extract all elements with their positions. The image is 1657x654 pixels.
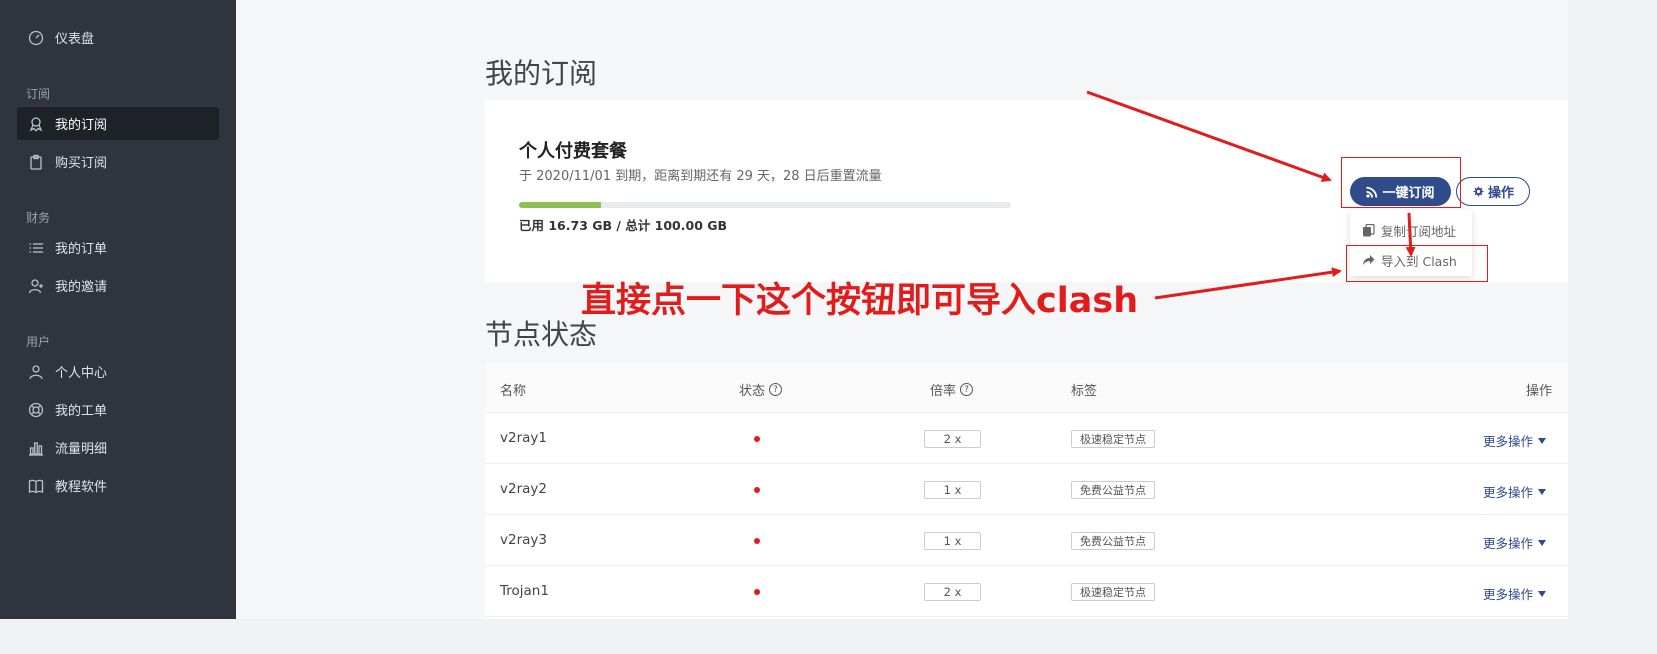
rate-badge: 2 x <box>924 583 981 601</box>
more-actions-label: 更多操作 <box>1483 485 1534 500</box>
sidebar-item-label: 流量明细 <box>55 442 108 457</box>
more-actions-label: 更多操作 <box>1483 434 1534 449</box>
sidebar-item-my-orders[interactable]: 我的订单 <box>17 231 219 264</box>
help-icon[interactable]: ? <box>769 383 783 396</box>
page-title: 我的订阅 <box>485 57 598 90</box>
header-status-label: 状态 <box>739 384 766 399</box>
traffic-progress-fill <box>519 202 602 208</box>
sidebar-section-user: 用户 <box>26 335 51 349</box>
sidebar-item-buy-subscription[interactable]: 购买订阅 <box>17 145 219 178</box>
book-icon <box>27 477 45 495</box>
header-tags: 标签 <box>1071 384 1098 399</box>
sidebar-item-label: 我的邀请 <box>55 280 108 295</box>
header-status: 状态 ? <box>739 380 783 399</box>
operate-button[interactable]: 操作 <box>1456 177 1530 206</box>
sidebar-section-subscription: 订阅 <box>26 87 51 101</box>
sidebar-item-user-center[interactable]: 个人中心 <box>17 355 219 388</box>
table-row <box>485 566 1568 617</box>
table-row <box>485 413 1568 464</box>
node-tag: 极速稳定节点 <box>1071 430 1155 448</box>
status-dot <box>754 436 760 442</box>
highlight-box-import <box>1346 245 1488 282</box>
caret-down-icon <box>1538 488 1547 495</box>
header-rate: 倍率 ? <box>930 380 974 399</box>
more-actions-dropdown[interactable]: 更多操作 <box>1483 482 1547 501</box>
sidebar-item-label: 我的工单 <box>55 404 108 419</box>
more-actions-dropdown[interactable]: 更多操作 <box>1483 584 1547 603</box>
user-plus-icon <box>27 277 45 295</box>
more-actions-dropdown[interactable]: 更多操作 <box>1483 431 1547 450</box>
operate-button-label: 操作 <box>1487 186 1514 201</box>
user-icon <box>27 363 45 381</box>
sidebar-item-label: 我的订阅 <box>55 118 108 133</box>
node-tag: 免费公益节点 <box>1071 532 1155 550</box>
ribbon-icon <box>27 115 45 133</box>
table-row <box>485 464 1568 515</box>
node-name: Trojan1 <box>500 583 549 599</box>
plan-expiry-info: 于 2020/11/01 到期，距离到期还有 29 天，28 日后重置流量 <box>519 169 882 184</box>
sidebar-item-label: 购买订阅 <box>55 156 108 171</box>
highlight-box-subscribe <box>1341 157 1461 208</box>
traffic-progress-bar <box>519 202 1011 208</box>
status-dot <box>754 538 760 544</box>
caret-down-icon <box>1538 590 1547 597</box>
more-actions-label: 更多操作 <box>1483 536 1534 551</box>
header-name: 名称 <box>500 384 527 399</box>
more-actions-label: 更多操作 <box>1483 587 1534 602</box>
sidebar-item-label: 个人中心 <box>55 366 108 381</box>
copy-icon <box>1363 224 1375 237</box>
table-row <box>485 515 1568 566</box>
sidebar-item-my-invites[interactable]: 我的邀请 <box>17 269 219 302</box>
sidebar-item-tutorial-software[interactable]: 教程软件 <box>17 469 219 502</box>
sidebar-item-label: 我的订单 <box>55 242 108 257</box>
header-rate-label: 倍率 <box>930 384 957 399</box>
sidebar-item-traffic-detail[interactable]: 流量明细 <box>17 431 219 464</box>
sidebar-item-label: 仪表盘 <box>55 32 95 47</box>
gear-icon <box>1473 186 1484 196</box>
bar-chart-icon <box>27 439 45 457</box>
caret-down-icon <box>1538 437 1547 444</box>
header-action: 操作 <box>1526 384 1553 399</box>
traffic-usage-text: 已用 16.73 GB / 总计 100.00 GB <box>519 218 728 233</box>
help-icon[interactable]: ? <box>960 383 974 396</box>
caret-down-icon <box>1538 539 1547 546</box>
node-name: v2ray1 <box>500 430 547 446</box>
node-name: v2ray2 <box>500 481 547 497</box>
more-actions-dropdown[interactable]: 更多操作 <box>1483 533 1547 552</box>
rate-badge: 2 x <box>924 430 981 448</box>
sidebar: 仪表盘 订阅 我的订阅 购买订阅 财务 我的订单 我的邀请 用户 个人中心 我的… <box>0 0 236 619</box>
node-tag: 免费公益节点 <box>1071 481 1155 499</box>
node-tag: 极速稳定节点 <box>1071 583 1155 601</box>
node-name: v2ray3 <box>500 532 547 548</box>
plan-name: 个人付费套餐 <box>519 141 627 162</box>
clipboard-icon <box>27 153 45 171</box>
status-dot <box>754 487 760 493</box>
copy-subscription-url-item[interactable]: 复制订阅地址 <box>1362 221 1456 240</box>
sidebar-item-label: 教程软件 <box>55 480 108 495</box>
status-dot <box>754 589 760 595</box>
rate-badge: 1 x <box>924 532 981 550</box>
rate-badge: 1 x <box>924 481 981 499</box>
lifebuoy-icon <box>27 401 45 419</box>
copy-item-label: 复制订阅地址 <box>1381 224 1457 239</box>
sidebar-section-finance: 财务 <box>26 211 51 225</box>
annotation-text: 直接点一下这个按钮即可导入clash <box>581 281 1139 321</box>
sidebar-item-my-subscription[interactable]: 我的订阅 <box>17 107 219 140</box>
sidebar-item-dashboard[interactable]: 仪表盘 <box>17 21 219 54</box>
list-icon <box>27 239 45 257</box>
dashboard-icon <box>27 29 45 47</box>
node-table-header <box>485 362 1568 413</box>
sidebar-item-my-tickets[interactable]: 我的工单 <box>17 393 219 426</box>
